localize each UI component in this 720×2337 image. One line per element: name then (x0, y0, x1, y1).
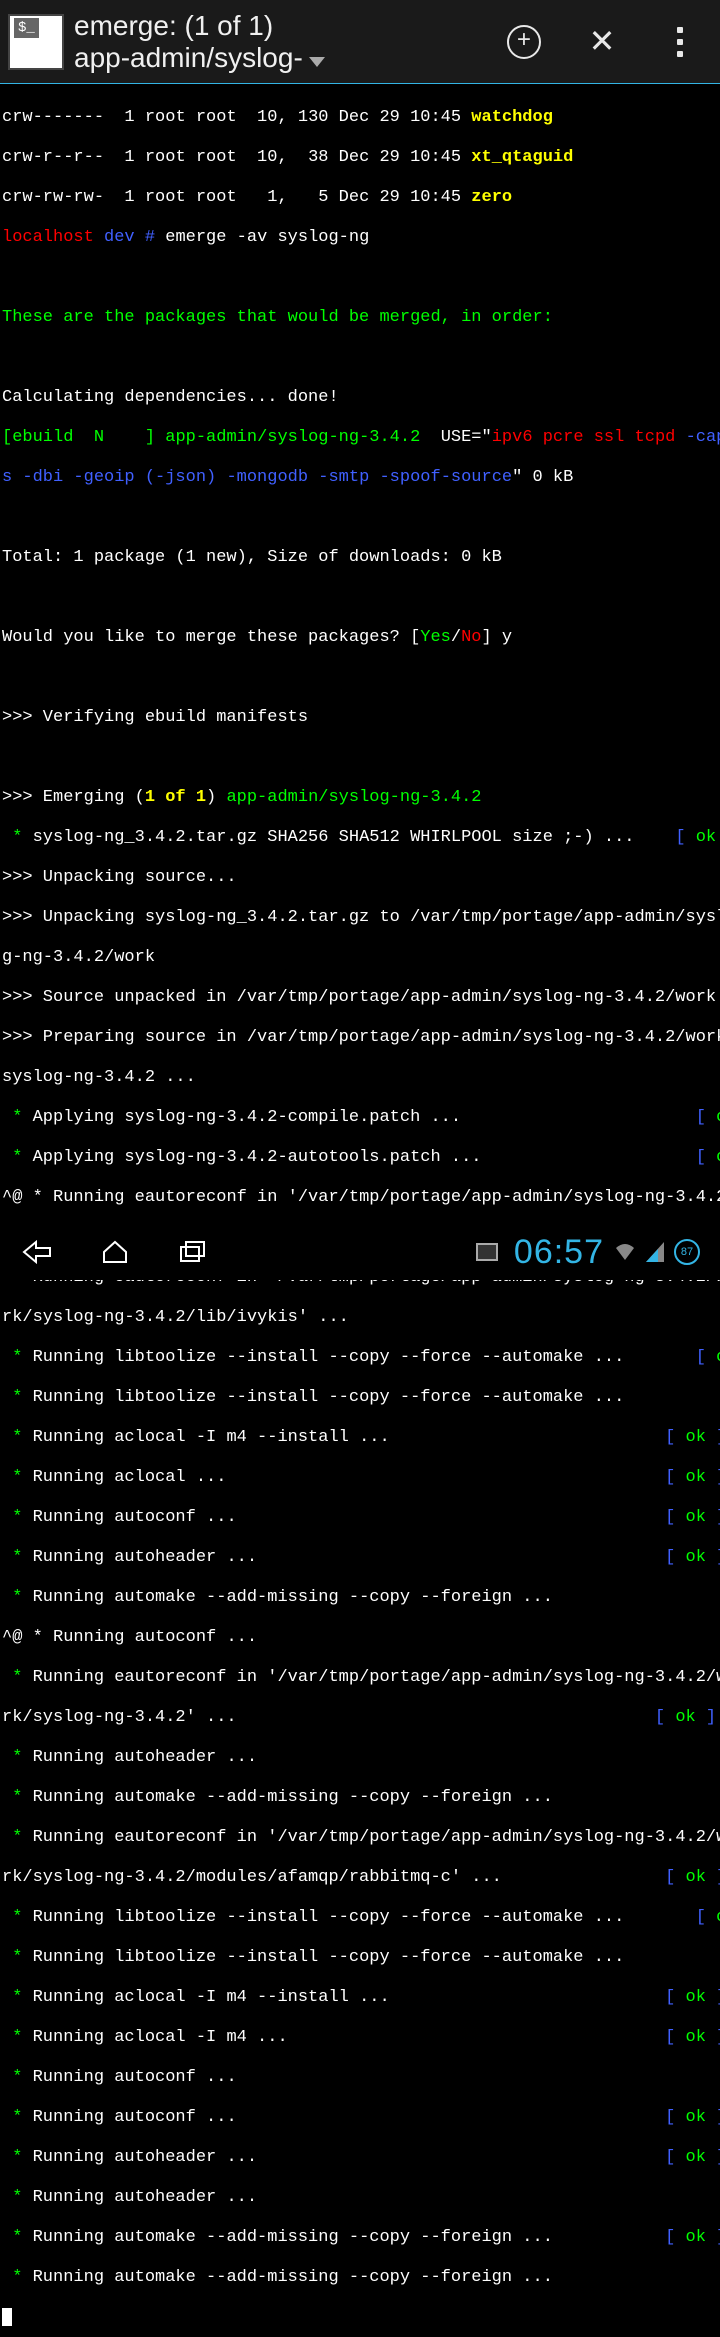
dropdown-icon (309, 57, 325, 67)
header-actions: + ✕ (504, 22, 700, 62)
add-tab-button[interactable]: + (504, 22, 544, 62)
title-line-1: emerge: (1 of 1) (74, 10, 504, 42)
home-icon (100, 1240, 130, 1264)
terminal-output[interactable]: crw------- 1 root root 10, 130 Dec 29 10… (0, 84, 720, 2337)
app-header: emerge: (1 of 1) app-admin/syslog- + ✕ (0, 0, 720, 84)
back-icon (22, 1240, 52, 1264)
tab-title[interactable]: emerge: (1 of 1) app-admin/syslog- (74, 10, 504, 74)
android-navbar: 06:57 87 (0, 1224, 720, 1280)
recents-icon (178, 1240, 208, 1264)
terminal-notification-icon (476, 1243, 498, 1261)
title-line-2: app-admin/syslog- (74, 42, 504, 74)
back-button[interactable] (20, 1235, 54, 1269)
wifi-icon (614, 1242, 636, 1262)
close-icon: ✕ (589, 22, 616, 62)
close-tab-button[interactable]: ✕ (582, 22, 622, 62)
battery-indicator: 87 (674, 1239, 700, 1265)
overflow-menu-button[interactable] (660, 22, 700, 62)
recents-button[interactable] (176, 1235, 210, 1269)
signal-icon (646, 1242, 664, 1262)
home-button[interactable] (98, 1235, 132, 1269)
menu-dots-icon (677, 27, 683, 57)
terminal-app-icon (8, 14, 64, 70)
plus-icon: + (507, 25, 541, 59)
clock: 06:57 (514, 1233, 604, 1272)
status-bar: 06:57 87 (476, 1233, 700, 1272)
